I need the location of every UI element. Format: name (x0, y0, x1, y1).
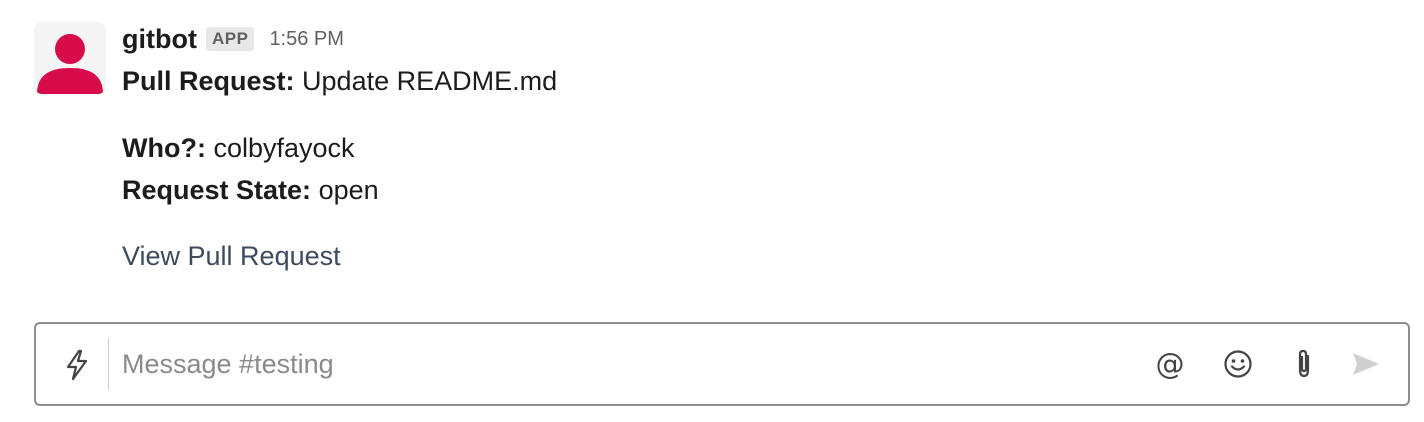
message-timestamp[interactable]: 1:56 PM (269, 28, 343, 51)
message-header: gitbot APP 1:56 PM (122, 22, 1404, 56)
mention-at-icon[interactable]: @ (1152, 346, 1188, 382)
user-silhouette-icon (37, 34, 103, 94)
who-line: Who?: colbyfayock (122, 127, 1404, 169)
send-icon[interactable] (1348, 346, 1384, 382)
sender-name[interactable]: gitbot (122, 24, 197, 55)
who-label: Who?: (122, 133, 206, 163)
composer-divider (108, 338, 109, 390)
pr-title: Update README.md (302, 66, 558, 96)
view-pull-request-link[interactable]: View Pull Request (122, 235, 1404, 277)
message-input[interactable] (122, 324, 1022, 404)
avatar[interactable] (34, 22, 106, 94)
state-label: Request State: (122, 175, 312, 205)
attach-paperclip-icon[interactable] (1286, 346, 1322, 382)
app-badge: APP (205, 27, 255, 51)
pr-title-line: Pull Request: Update README.md (122, 60, 1404, 102)
emoji-icon[interactable] (1220, 346, 1256, 382)
who-value: colbyfayock (213, 133, 355, 163)
pr-label: Pull Request: (122, 66, 295, 96)
state-value: open (318, 175, 379, 205)
message-composer: @ (34, 322, 1410, 406)
shortcuts-bolt-icon[interactable] (62, 348, 92, 382)
state-line: Request State: open (122, 169, 1404, 211)
message: gitbot APP 1:56 PM Pull Request: Update … (122, 22, 1404, 277)
